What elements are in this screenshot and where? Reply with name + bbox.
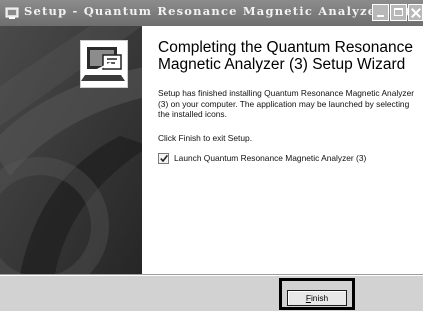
close-icon[interactable] <box>408 4 423 21</box>
title-bar[interactable]: Setup - Quantum Resonance Magnetic Analy… <box>0 0 423 26</box>
finish-label-rest: inish <box>310 292 329 303</box>
wizard-side-banner <box>0 26 142 274</box>
check-icon <box>160 154 168 163</box>
window-title: Setup - Quantum Resonance Magnetic Analy… <box>24 4 412 18</box>
wizard-content-panel: Completing the Quantum Resonance Magneti… <box>142 26 423 274</box>
setup-icon <box>4 5 20 21</box>
launch-checkbox[interactable] <box>158 153 169 164</box>
installer-computer-icon <box>80 40 128 88</box>
page-title: Completing the Quantum Resonance Magneti… <box>158 39 414 73</box>
launch-option[interactable]: Launch Quantum Resonance Magnetic Analyz… <box>158 152 420 166</box>
setup-wizard-window: Setup - Quantum Resonance Magnetic Analy… <box>0 0 423 311</box>
wizard-footer <box>0 276 423 311</box>
finish-button[interactable]: Finish <box>287 290 347 306</box>
maximize-icon[interactable] <box>390 4 407 21</box>
exit-instruction: Click Finish to exit Setup. <box>158 133 253 143</box>
minimize-icon[interactable] <box>372 4 389 21</box>
launch-checkbox-label[interactable]: Launch Quantum Resonance Magnetic Analyz… <box>174 153 366 164</box>
completion-message: Setup has finished installing Quantum Re… <box>158 88 415 119</box>
